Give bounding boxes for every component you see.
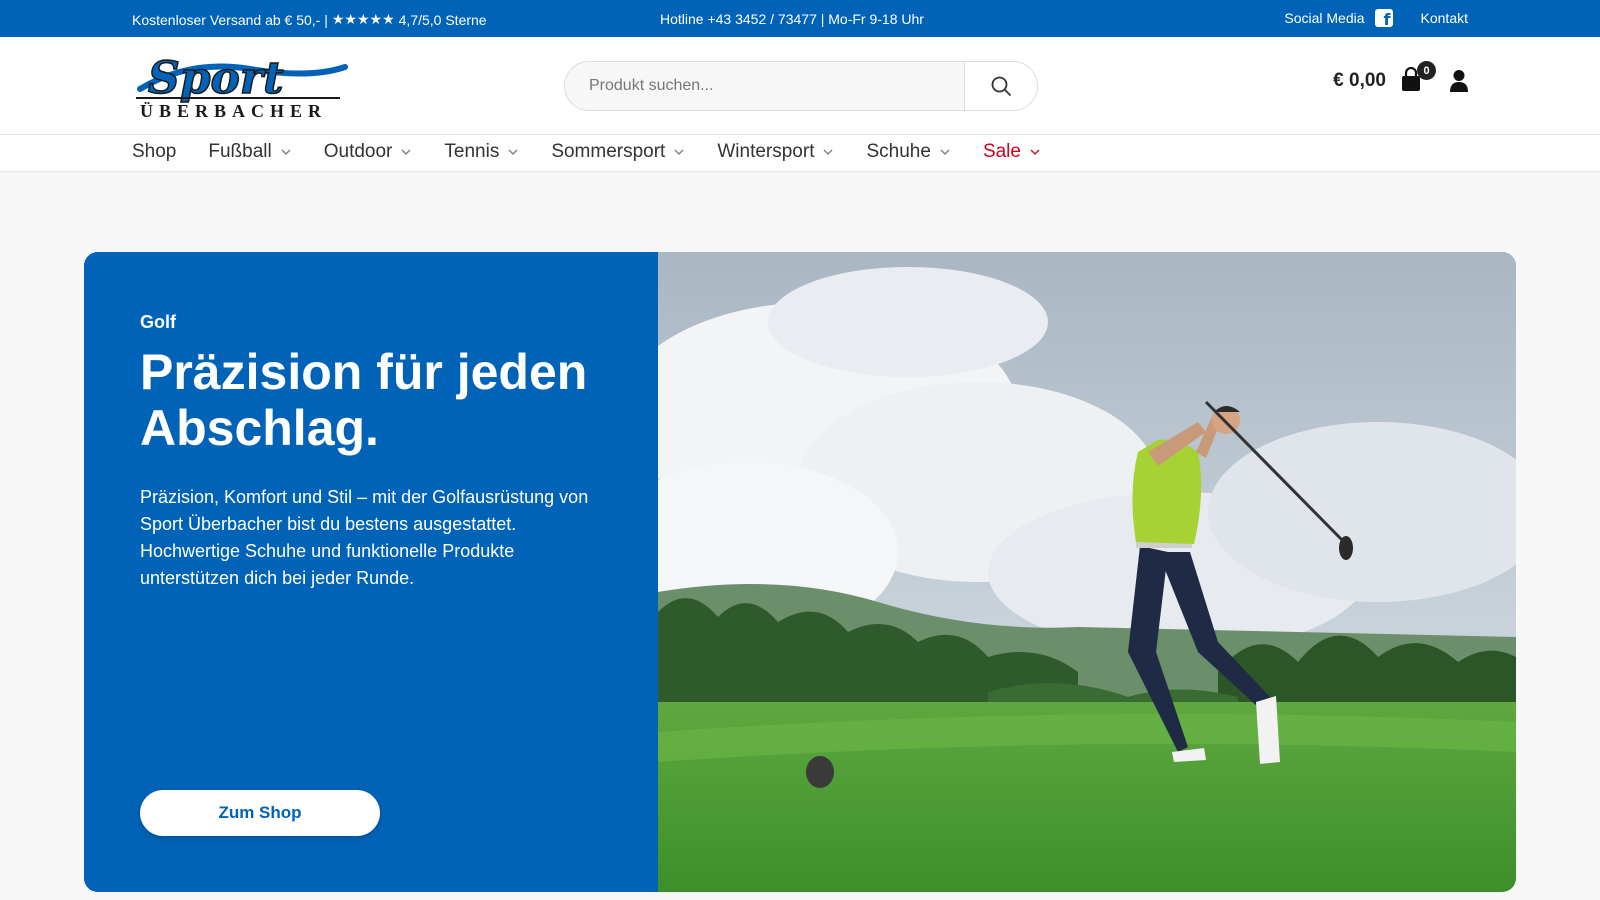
nav-item-label: Fußball [208,141,272,162]
nav-item-label: Sommersport [551,141,666,162]
hero-description: Präzision, Komfort und Stil – mit der Go… [140,487,589,588]
social-media-link[interactable]: Social Media [1284,10,1364,26]
cart-button[interactable]: 0 [1400,61,1436,95]
cart-total[interactable]: € 0,00 [1333,70,1386,92]
nav-item-sommersport[interactable]: Sommersport [551,141,685,163]
nav-item-outdoor[interactable]: Outdoor [324,141,413,163]
shop-button[interactable]: Zum Shop [140,790,380,836]
nav-item-fussball[interactable]: Fußball [208,141,291,163]
rating-stars: ★★★★★ [331,11,395,27]
nav-item-label: Schuhe [866,141,931,162]
rating-text: 4,7/5,0 Sterne [398,11,487,28]
chevron-down-icon [824,149,833,155]
chevron-down-icon [940,149,950,155]
hotline-info: Hotline +43 3452 / 73477 | Mo-Fr 9-18 Uh… [660,11,924,27]
logo-subline: ÜBERBACHER [140,101,327,121]
search-bar [564,61,1038,111]
search-input[interactable] [565,62,964,110]
nav-item-wintersport[interactable]: Wintersport [717,141,834,163]
chevron-down-icon [401,149,411,155]
search-button[interactable] [964,62,1037,110]
hero-banner: Golf Präzision für jeden Abschlag. Präzi… [84,252,1516,892]
nav-item-label: Outdoor [323,141,393,162]
hero-content: Golf Präzision für jeden Abschlag. Präzi… [84,252,658,892]
nav-item-shop[interactable]: Shop [132,141,176,163]
user-icon[interactable] [1448,69,1470,93]
nav-item-label: Wintersport [717,141,815,162]
main-nav: Shop Fußball Outdoor Tennis Sommersport … [0,135,1600,172]
top-bar: Kostenloser Versand ab € 50,- | ★★★★★ 4,… [0,0,1600,37]
shipping-text: Kostenloser Versand ab € 50,- | [132,11,328,28]
cart-count-badge: 0 [1417,61,1436,80]
shipping-info: Kostenloser Versand ab € 50,- | ★★★★★ 4,… [132,11,487,28]
chevron-down-icon [674,149,684,155]
top-bar-links: Social Media Kontakt [1284,9,1468,29]
nav-item-label: Shop [132,141,177,162]
hero-kicker: Golf [140,312,176,332]
facebook-icon[interactable] [1374,9,1393,29]
contact-link[interactable]: Kontakt [1421,10,1468,26]
golfer-image [598,252,1516,892]
search-icon [991,76,1011,96]
chevron-down-icon [281,149,291,155]
site-header: Sport ÜBERBACHER € 0,00 0 [0,37,1600,135]
nav-item-label: Tennis [444,141,500,162]
nav-item-schuhe[interactable]: Schuhe [866,141,950,163]
nav-item-tennis[interactable]: Tennis [444,141,519,163]
chevron-down-icon [1030,149,1040,155]
hero-title: Präzision für jeden Abschlag. [140,344,588,456]
header-actions: € 0,00 0 [1333,61,1470,95]
chevron-down-icon [508,149,518,155]
site-logo[interactable]: Sport ÜBERBACHER [130,49,350,123]
nav-item-label: Sale [982,141,1021,162]
logo-wordmark: Sport [148,53,283,104]
nav-item-sale[interactable]: Sale [983,141,1041,163]
